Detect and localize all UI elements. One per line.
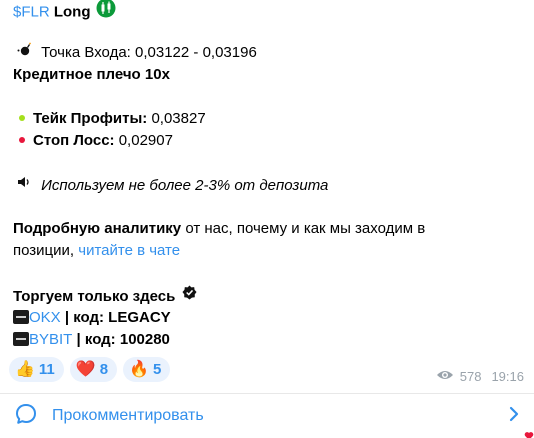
reactions-bar: 👍 11 ❤️ 8 🔥 5 bbox=[9, 357, 171, 382]
entry-value: 0,03122 - 0,03196 bbox=[135, 43, 257, 61]
analytics-bold: Подробную аналитику bbox=[13, 220, 182, 237]
speaker-icon bbox=[17, 175, 31, 195]
reaction-count: 5 bbox=[152, 361, 162, 378]
ticker-link[interactable]: $FLR bbox=[13, 3, 50, 20]
trade-here-text: Торгуем только здесь bbox=[13, 287, 176, 305]
title-line: $FLR Long bbox=[13, 0, 116, 27]
bybit-line: BYBIT | код: 100280 bbox=[13, 330, 170, 350]
comment-label: Прокомментировать bbox=[52, 407, 204, 424]
chat-link[interactable]: читайте в чате bbox=[78, 242, 180, 259]
eye-icon bbox=[436, 369, 454, 384]
reaction-count: 8 bbox=[99, 361, 109, 378]
bybit-code: | код: 100280 bbox=[72, 331, 170, 348]
thumbs-up-icon: 👍 bbox=[15, 360, 35, 378]
message-meta: 578 19:16 bbox=[436, 369, 524, 384]
stop-loss-value: 0,02907 bbox=[118, 132, 173, 149]
take-profit-dot-icon bbox=[19, 115, 25, 122]
trade-here-line: Торгуем только здесь bbox=[13, 285, 197, 309]
views-count: 578 bbox=[459, 369, 482, 384]
reaction-fire[interactable]: 🔥 5 bbox=[123, 357, 171, 382]
candlestick-icon bbox=[96, 0, 116, 24]
bybit-logo-icon bbox=[13, 332, 29, 347]
analytics-line-1: Подробную аналитику от нас, почему и как… bbox=[13, 219, 425, 239]
stop-loss-dot-icon bbox=[19, 137, 25, 144]
risk-note: Используем не более 2-3% от депозита bbox=[41, 176, 329, 194]
take-profit-line: Тейк Профиты: 0,03827 bbox=[13, 109, 206, 129]
corner-heart-icon bbox=[524, 428, 534, 438]
take-profit-label: Тейк Профиты: bbox=[33, 110, 148, 127]
reaction-thumbs-up[interactable]: 👍 11 bbox=[9, 357, 64, 382]
risk-line: Используем не более 2-3% от депозита bbox=[13, 175, 328, 197]
verified-badge-icon bbox=[182, 285, 197, 306]
heart-icon: ❤️ bbox=[75, 360, 96, 378]
okx-link[interactable]: OKX bbox=[29, 309, 61, 326]
fire-icon: 🔥 bbox=[129, 360, 149, 378]
reaction-heart[interactable]: ❤️ 8 bbox=[69, 357, 118, 382]
analytics-text-2: позиции, bbox=[13, 242, 79, 259]
entry-label: Точка Входа: bbox=[41, 43, 131, 61]
chevron-right-icon bbox=[508, 405, 520, 428]
stop-loss-line: Стоп Лосс: 0,02907 bbox=[13, 131, 173, 151]
message-time: 19:16 bbox=[491, 369, 524, 384]
leverage-text: Кредитное плечо 10х bbox=[13, 66, 170, 83]
okx-line: OKX | код: LEGACY bbox=[13, 308, 171, 328]
stop-loss-label: Стоп Лосс: bbox=[33, 132, 115, 149]
comment-button[interactable]: Прокомментировать bbox=[0, 394, 534, 438]
bybit-link[interactable]: BYBIT bbox=[29, 331, 72, 348]
reaction-count: 11 bbox=[38, 361, 55, 378]
take-profit-value: 0,03827 bbox=[151, 110, 206, 127]
analytics-text-1: от нас, почему и как мы заходим в bbox=[181, 220, 426, 237]
entry-line: Точка Входа: 0,03122 - 0,03196 bbox=[13, 42, 257, 64]
okx-logo-icon bbox=[13, 310, 29, 325]
direction-label: Long bbox=[53, 3, 91, 21]
comment-icon bbox=[14, 402, 38, 431]
bomb-icon bbox=[17, 42, 31, 62]
okx-code: | код: LEGACY bbox=[60, 309, 171, 326]
analytics-line-2: позиции, читайте в чате bbox=[13, 241, 180, 261]
leverage-line: Кредитное плечо 10х bbox=[13, 65, 170, 85]
